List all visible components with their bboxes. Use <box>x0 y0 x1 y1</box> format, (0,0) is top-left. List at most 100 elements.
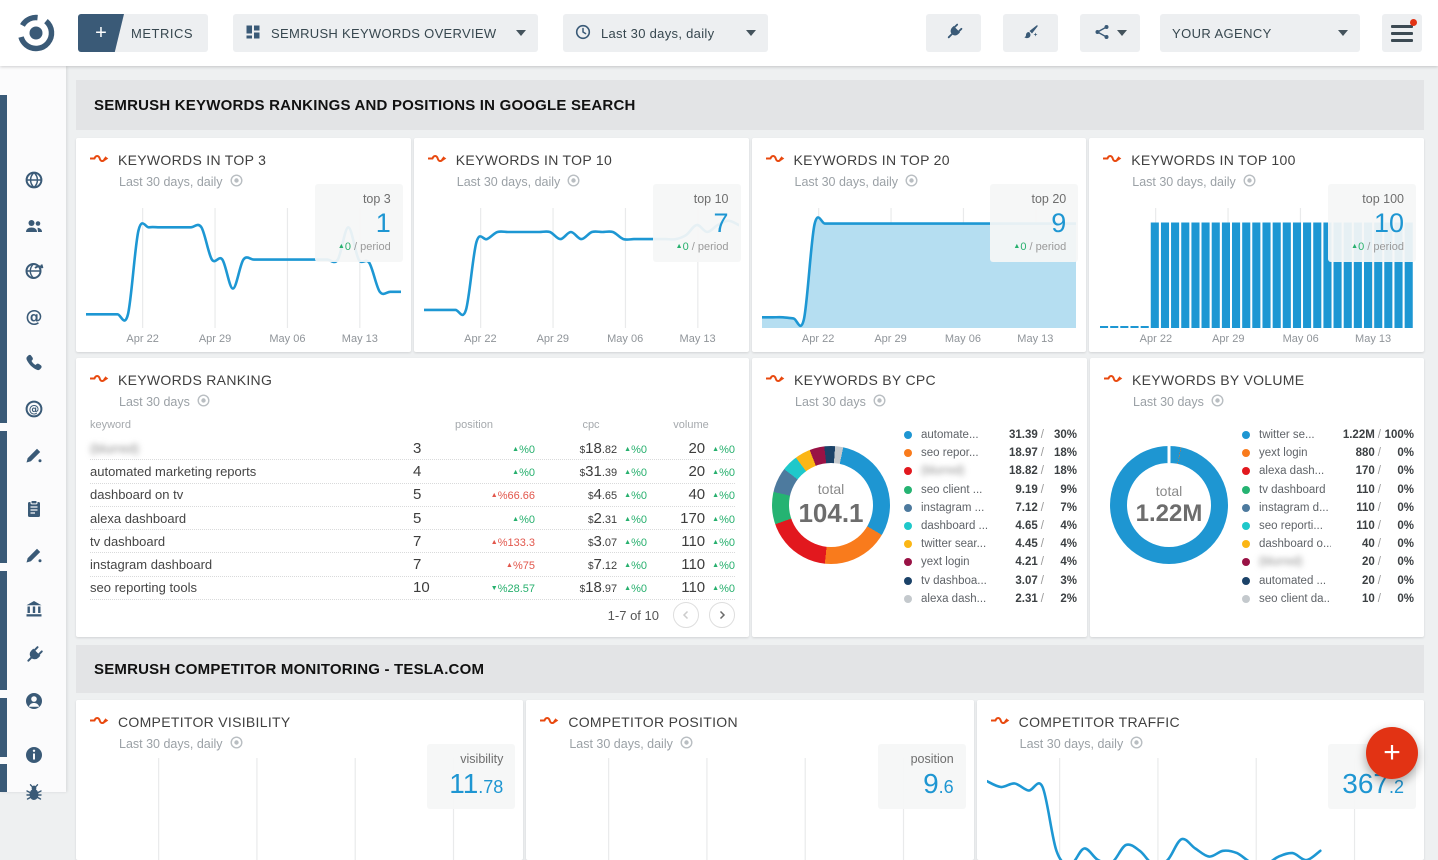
keyword-cell: automated marketing reports <box>90 464 413 479</box>
clipboard-icon <box>24 499 44 524</box>
theme-button[interactable] <box>1003 14 1058 52</box>
menu-icon <box>1391 25 1413 28</box>
next-page-button[interactable] <box>709 602 735 628</box>
legend-item[interactable]: dashboard ...4.65/4% <box>904 517 1077 535</box>
sidebar-item-bank[interactable] <box>21 598 47 624</box>
legend-item[interactable]: tv dashboa...3.07/3% <box>904 572 1077 590</box>
legend-item[interactable]: tv dashboard110/0% <box>1242 481 1414 499</box>
x-tick-label: May 13 <box>1017 333 1053 345</box>
topbar: + METRICS SEMRUSH KEYWORDS OVERVIEW Last… <box>0 0 1438 66</box>
sidebar-item-plug[interactable] <box>21 644 47 670</box>
card-keywords-top100: KEYWORDS IN TOP 100 Last 30 days, daily … <box>1089 138 1424 352</box>
legend-label: twitter se... <box>1259 429 1331 441</box>
x-tick-label: Apr 22 <box>464 333 496 345</box>
plug-icon <box>945 23 963 44</box>
sidebar-item-bug[interactable] <box>21 782 47 808</box>
sidebar-item-pen[interactable] <box>21 444 47 470</box>
agency-select[interactable]: YOUR AGENCY <box>1160 14 1360 52</box>
integrations-button[interactable] <box>926 14 981 52</box>
legend-item[interactable]: alexa dash...2.31/2% <box>904 590 1077 608</box>
app-logo-icon[interactable] <box>12 11 60 55</box>
table-row[interactable]: dashboard on tv5▲%66.66$4.65▲%040▲%0 <box>90 484 735 507</box>
position-cell: 5▲%66.66 <box>413 486 535 503</box>
sidebar-item-at[interactable]: @ <box>21 306 47 332</box>
x-tick-label: Apr 22 <box>1140 333 1172 345</box>
x-tick-label: Apr 29 <box>1212 333 1244 345</box>
legend-item[interactable]: twitter se...1.22M/100% <box>1242 426 1414 444</box>
table-row[interactable]: (blurred)3▲%0$18.82▲%020▲%0 <box>90 437 735 460</box>
prev-page-button[interactable] <box>673 602 699 628</box>
share-button[interactable] <box>1080 14 1140 52</box>
position-cell: 7▲%75 <box>413 556 535 573</box>
chevron-down-icon <box>516 30 526 36</box>
table-row[interactable]: alexa dashboard5▲%0$2.31▲%0170▲%0 <box>90 507 735 530</box>
legend-item[interactable]: seo client da...10/0% <box>1242 590 1414 608</box>
at-icon: @ <box>24 307 44 332</box>
pen-icon <box>24 545 44 570</box>
legend-label: yext login <box>1259 447 1331 459</box>
legend-dot <box>904 540 912 548</box>
legend-item[interactable]: instagram ...7.12/7% <box>904 499 1077 517</box>
table-row[interactable]: automated marketing reports4▲%0$31.39▲%0… <box>90 460 735 483</box>
main-menu-button[interactable] <box>1382 14 1422 52</box>
legend-item[interactable]: twitter sear...4.45/4% <box>904 535 1077 553</box>
x-tick-label: May 06 <box>269 333 305 345</box>
main-content: SEMRUSH KEYWORDS RANKINGS AND POSITIONS … <box>66 66 1438 792</box>
sidebar-item-users[interactable] <box>21 215 47 241</box>
legend-label: instagram d... <box>1259 502 1331 514</box>
stat-value: 11.78 <box>439 768 503 800</box>
table-row[interactable]: instagram dashboard7▲%75$7.12▲%0110▲%0 <box>90 553 735 576</box>
legend-dot <box>1242 486 1250 494</box>
legend-item[interactable]: alexa dash...170/0% <box>1242 462 1414 480</box>
legend-item[interactable]: (blurred)18.82/18% <box>904 462 1077 480</box>
period-select-value: Last 30 days, daily <box>601 26 736 41</box>
legend-dot <box>1242 449 1250 457</box>
sidebar-item-phone[interactable] <box>21 352 47 378</box>
cpc-cell: $4.65▲%0 <box>535 486 647 503</box>
sidebar-rail-segment <box>0 698 7 757</box>
card-title: COMPETITOR TRAFFIC <box>1019 714 1180 730</box>
legend-item[interactable]: yext login880/0% <box>1242 444 1414 462</box>
sidebar-item-mention[interactable]: @ <box>21 398 47 424</box>
legend-pct: 0% <box>1384 575 1414 587</box>
dashboard-select[interactable]: SEMRUSH KEYWORDS OVERVIEW <box>233 14 538 52</box>
legend-item[interactable]: instagram d...110/0% <box>1242 499 1414 517</box>
keyword-cell: alexa dashboard <box>90 511 413 526</box>
sidebar-item-web-sync[interactable] <box>21 260 47 286</box>
period-select[interactable]: Last 30 days, daily <box>563 14 768 52</box>
legend-item[interactable]: seo client ...9.19/9% <box>904 481 1077 499</box>
plug-icon <box>24 645 44 670</box>
plus-icon: + <box>78 14 124 52</box>
sidebar-item-web[interactable] <box>21 169 47 195</box>
table-row[interactable]: seo reporting tools10▼%28.57$18.97▲%0110… <box>90 577 735 600</box>
sidebar-item-info[interactable] <box>21 744 47 770</box>
add-metrics-button[interactable]: + METRICS <box>78 14 208 52</box>
legend-item[interactable]: (blurred)20/0% <box>1242 553 1414 571</box>
add-widget-fab[interactable]: + <box>1366 727 1418 779</box>
legend-item[interactable]: seo repor...18.97/18% <box>904 444 1077 462</box>
legend-item[interactable]: yext login4.21/4% <box>904 553 1077 571</box>
x-tick-label: May 13 <box>342 333 378 345</box>
legend-pct: 0% <box>1384 484 1414 496</box>
legend-dot <box>904 504 912 512</box>
legend-label: (blurred) <box>921 465 994 477</box>
sidebar-item-clipboard[interactable] <box>21 498 47 524</box>
legend-item[interactable]: automated ...20/0% <box>1242 572 1414 590</box>
legend-item[interactable]: seo reporti...110/0% <box>1242 517 1414 535</box>
table-row[interactable]: tv dashboard7▲%133.3$3.07▲%0110▲%0 <box>90 530 735 553</box>
legend-item[interactable]: automate...31.39/30% <box>904 426 1077 444</box>
sidebar-item-pen[interactable] <box>21 544 47 570</box>
semrush-icon <box>991 713 1010 731</box>
card-title: KEYWORDS RANKING <box>118 372 272 388</box>
volume-cell: 20▲%0 <box>647 440 735 457</box>
legend-pct: 18% <box>1047 465 1077 477</box>
legend-dot <box>1242 558 1250 566</box>
x-axis-labels: Apr 22Apr 29May 06May 13 <box>424 333 739 347</box>
legend-dot <box>1242 540 1250 548</box>
chevron-down-icon <box>1117 30 1127 36</box>
legend-item[interactable]: dashboard o...40/0% <box>1242 535 1414 553</box>
legend-label: alexa dash... <box>1259 465 1331 477</box>
filter-icon <box>567 174 580 190</box>
legend-value: 10 <box>1331 593 1375 605</box>
sidebar-item-account[interactable] <box>21 690 47 716</box>
